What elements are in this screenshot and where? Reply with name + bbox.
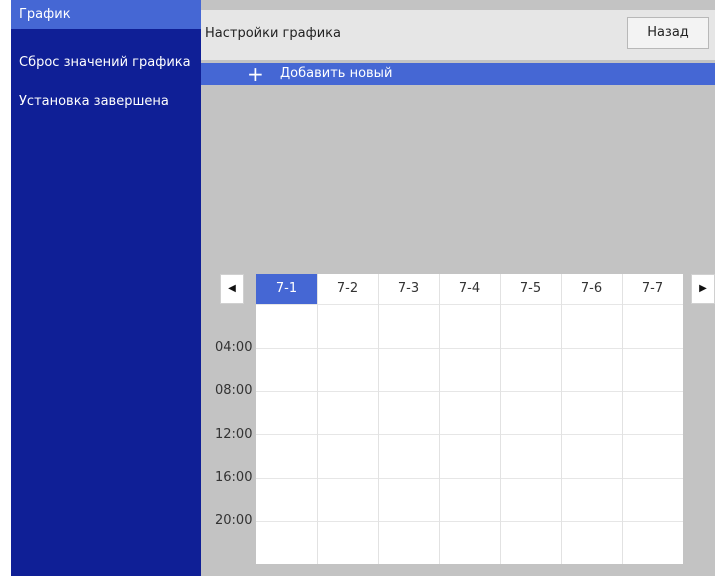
time-label-2000: 20:00: [215, 513, 253, 528]
grid-line: [622, 274, 623, 564]
sidebar: График Сброс значений графика Установка …: [11, 0, 201, 576]
grid-line: [561, 274, 562, 564]
grid-line: [317, 274, 318, 564]
grid-line: [256, 478, 683, 479]
main-panel: Настройки графика Назад + Добавить новый…: [201, 0, 715, 576]
add-new-label: Добавить новый: [280, 66, 393, 81]
grid-line: [256, 521, 683, 522]
time-label-0400: 04:00: [215, 340, 253, 355]
add-new-button[interactable]: + Добавить новый: [201, 63, 715, 85]
back-button[interactable]: Назад: [627, 17, 709, 49]
next-arrow-icon[interactable]: ▶: [691, 274, 715, 304]
sidebar-item-schedule[interactable]: График: [11, 0, 201, 29]
prev-arrow-icon[interactable]: ◀: [220, 274, 244, 304]
grid-line: [256, 391, 683, 392]
grid-line: [439, 274, 440, 564]
column-header-7-1[interactable]: 7-1: [256, 274, 317, 304]
time-label-1600: 16:00: [215, 470, 253, 485]
grid-line: [256, 434, 683, 435]
column-header-7-3[interactable]: 7-3: [378, 274, 439, 304]
plus-icon: +: [247, 62, 264, 86]
sidebar-item-setup-complete[interactable]: Установка завершена: [11, 87, 201, 116]
grid-line: [256, 304, 683, 305]
grid-line: [500, 274, 501, 564]
sidebar-item-reset-schedule[interactable]: Сброс значений графика: [11, 48, 201, 77]
column-header-7-6[interactable]: 7-6: [561, 274, 622, 304]
column-header-7-5[interactable]: 7-5: [500, 274, 561, 304]
page-title: Настройки графика: [205, 26, 341, 41]
header-bar: Настройки графика Назад: [201, 10, 715, 60]
grid-line: [256, 348, 683, 349]
time-label-0800: 08:00: [215, 383, 253, 398]
column-header-7-2[interactable]: 7-2: [317, 274, 378, 304]
time-label-1200: 12:00: [215, 427, 253, 442]
column-header-7-4[interactable]: 7-4: [439, 274, 500, 304]
schedule-grid: 7-1 7-2 7-3 7-4 7-5 7-6 7-7: [256, 274, 683, 564]
grid-line: [378, 274, 379, 564]
column-header-7-7[interactable]: 7-7: [622, 274, 683, 304]
